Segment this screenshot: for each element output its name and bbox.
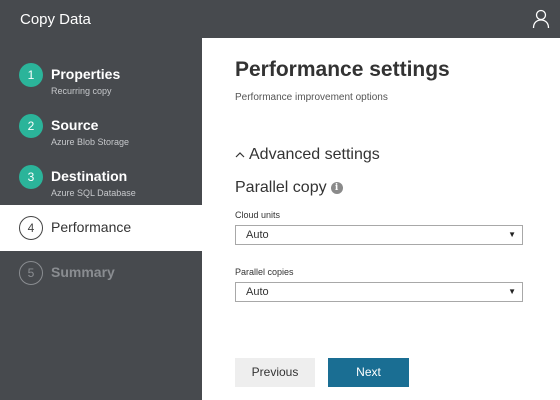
step-performance[interactable]: 4 Performance bbox=[0, 205, 202, 251]
step-label: Properties bbox=[51, 66, 121, 82]
previous-button[interactable]: Previous bbox=[235, 358, 315, 387]
step-label: Source bbox=[51, 117, 99, 133]
select-value: Auto bbox=[246, 286, 269, 298]
parallel-copies-select[interactable]: Auto ▼ bbox=[235, 282, 523, 302]
parallel-copy-heading: Parallel copy i bbox=[235, 179, 343, 197]
title-bar: Copy Data bbox=[0, 0, 560, 38]
main-panel: Performance settings Performance improve… bbox=[202, 38, 560, 400]
advanced-settings-label: Advanced settings bbox=[249, 146, 380, 163]
select-value: Auto bbox=[246, 229, 269, 241]
user-icon[interactable] bbox=[532, 9, 550, 29]
next-button[interactable]: Next bbox=[328, 358, 409, 387]
step-number: 2 bbox=[19, 114, 43, 138]
step-number: 4 bbox=[19, 216, 43, 240]
step-destination[interactable]: 3 Destination Azure SQL Database bbox=[0, 158, 202, 202]
info-icon[interactable]: i bbox=[330, 182, 343, 194]
wizard-sidebar: 1 Properties Recurring copy 2 Source Azu… bbox=[0, 38, 202, 400]
app-title: Copy Data bbox=[20, 11, 91, 28]
cloud-units-select[interactable]: Auto ▼ bbox=[235, 225, 523, 245]
step-summary[interactable]: 5 Summary bbox=[0, 256, 202, 292]
cloud-units-label: Cloud units bbox=[235, 210, 281, 220]
step-label: Summary bbox=[51, 264, 115, 280]
step-number: 3 bbox=[19, 165, 43, 189]
dropdown-arrow-icon: ▼ bbox=[508, 230, 516, 239]
step-sublabel: Azure SQL Database bbox=[51, 188, 136, 198]
dropdown-arrow-icon: ▼ bbox=[508, 287, 516, 296]
step-number: 1 bbox=[19, 63, 43, 87]
page-title: Performance settings bbox=[235, 58, 450, 81]
step-sublabel: Azure Blob Storage bbox=[51, 137, 130, 147]
step-sublabel: Recurring copy bbox=[51, 86, 112, 96]
chevron-up-icon bbox=[235, 152, 245, 158]
page-subtitle: Performance improvement options bbox=[235, 92, 388, 103]
section-title-text: Parallel copy bbox=[235, 179, 327, 196]
step-source[interactable]: 2 Source Azure Blob Storage bbox=[0, 107, 202, 151]
parallel-copies-label: Parallel copies bbox=[235, 267, 294, 277]
step-number: 5 bbox=[19, 261, 43, 285]
advanced-settings-toggle[interactable]: Advanced settings bbox=[235, 146, 380, 164]
step-properties[interactable]: 1 Properties Recurring copy bbox=[0, 56, 202, 100]
step-label: Performance bbox=[51, 219, 132, 235]
step-label: Destination bbox=[51, 168, 128, 184]
